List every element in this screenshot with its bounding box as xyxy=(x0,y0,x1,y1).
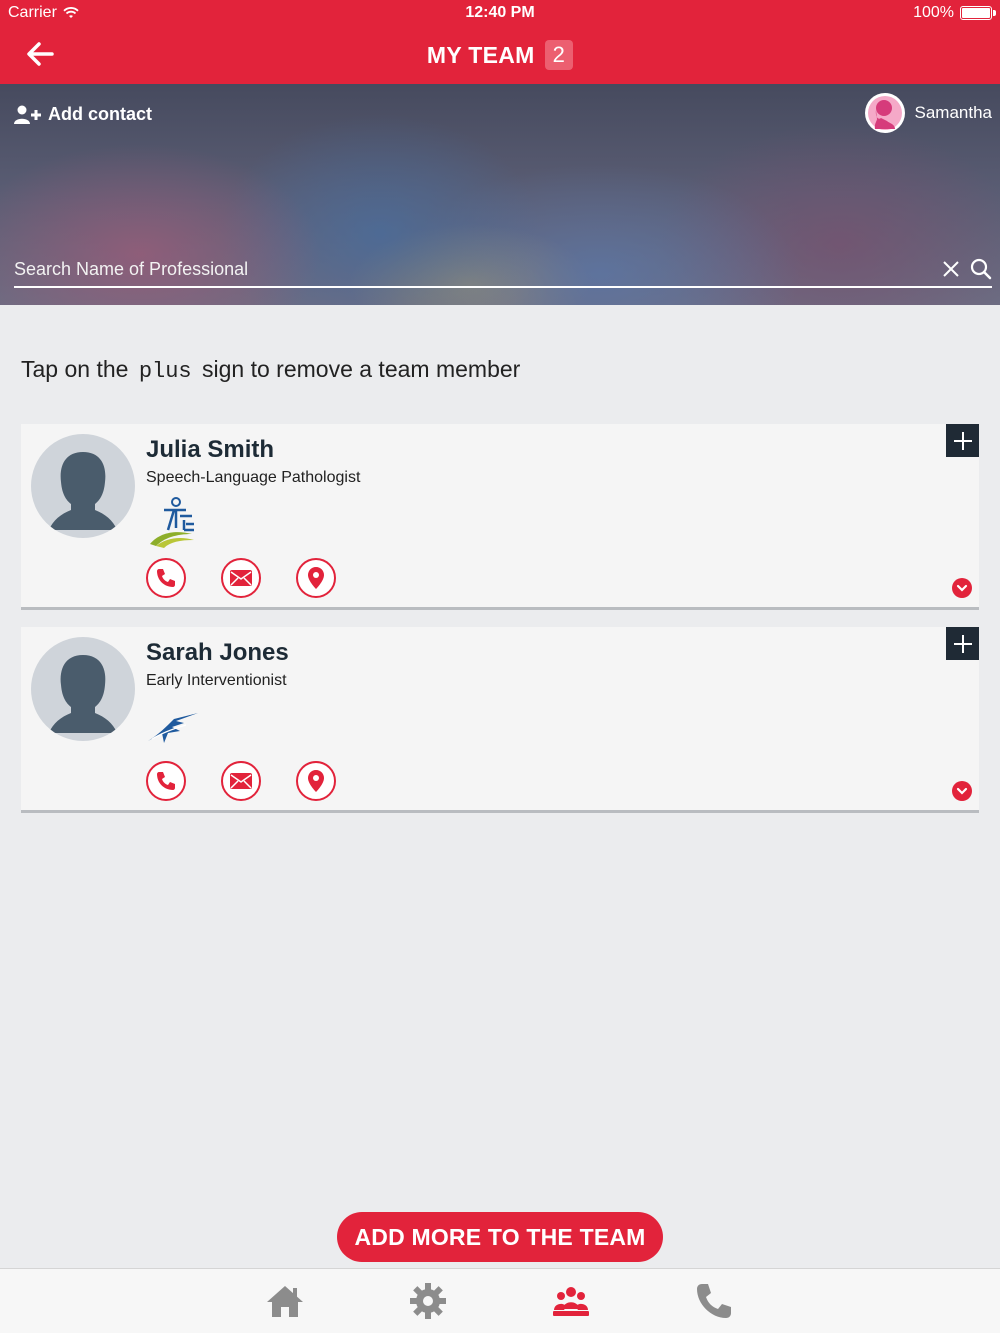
child-avatar-icon xyxy=(867,96,902,130)
add-more-button[interactable]: ADD MORE TO THE TEAM xyxy=(337,1212,663,1262)
close-icon xyxy=(943,261,959,277)
envelope-icon xyxy=(230,773,252,789)
team-count-badge: 2 xyxy=(544,40,574,70)
speech-association-logo xyxy=(146,496,202,548)
chevron-down-icon xyxy=(956,584,968,592)
call-button[interactable] xyxy=(146,558,186,598)
search-button[interactable] xyxy=(970,258,992,280)
settings-gear-icon xyxy=(410,1283,446,1319)
remove-member-button[interactable] xyxy=(946,424,979,457)
page-title-text: MY TEAM xyxy=(426,41,535,68)
envelope-icon xyxy=(230,570,252,586)
battery-percent: 100% xyxy=(913,4,954,21)
top-bar: Carrier 12:40 PM 100% MY TEAM 2 xyxy=(0,0,1000,84)
tab-home[interactable] xyxy=(265,1281,305,1321)
status-bar: Carrier 12:40 PM 100% xyxy=(0,0,1000,26)
email-button[interactable] xyxy=(221,761,261,801)
team-member-card[interactable]: Sarah Jones Early Interventionist xyxy=(21,627,979,813)
chevron-down-icon xyxy=(956,787,968,795)
add-contact-label: Add contact xyxy=(48,104,153,124)
user-profile[interactable]: Samantha xyxy=(864,93,993,133)
status-time: 12:40 PM xyxy=(465,4,535,21)
call-button[interactable] xyxy=(146,761,186,801)
team-member-card[interactable]: Julia Smith Speech-Language Pathologist xyxy=(21,424,979,610)
expand-button[interactable] xyxy=(952,781,972,801)
tab-team[interactable] xyxy=(551,1281,591,1321)
search-actions xyxy=(942,258,992,280)
add-person-icon xyxy=(14,105,41,124)
expand-button[interactable] xyxy=(952,578,972,598)
member-avatar xyxy=(31,434,135,538)
home-icon xyxy=(267,1286,303,1317)
tab-settings[interactable] xyxy=(408,1281,448,1321)
clear-button[interactable] xyxy=(942,260,960,278)
member-role: Speech-Language Pathologist xyxy=(146,469,361,486)
phone-icon xyxy=(157,569,175,587)
remove-member-button[interactable] xyxy=(946,627,979,660)
plus-icon xyxy=(953,634,972,653)
map-pin-icon xyxy=(308,770,324,792)
add-contact-button[interactable]: Add contact xyxy=(14,104,152,125)
page-title: MY TEAM 2 xyxy=(0,40,1000,70)
hint-keyword: plus xyxy=(138,359,192,384)
battery-icon xyxy=(960,6,996,20)
map-pin-icon xyxy=(308,567,324,589)
phone-icon xyxy=(697,1284,731,1318)
person-silhouette-icon xyxy=(49,452,117,530)
user-avatar xyxy=(864,93,905,133)
location-button[interactable] xyxy=(296,761,336,801)
hint-prefix: Tap on the xyxy=(21,356,129,382)
member-actions xyxy=(146,558,336,598)
user-name: Samantha xyxy=(914,103,993,122)
search-bar xyxy=(14,252,992,288)
location-button[interactable] xyxy=(296,558,336,598)
member-name: Julia Smith xyxy=(146,436,275,463)
team-icon xyxy=(553,1287,589,1316)
tab-call[interactable] xyxy=(694,1281,734,1321)
tab-bar xyxy=(0,1268,1000,1333)
member-role: Early Interventionist xyxy=(146,672,287,689)
email-button[interactable] xyxy=(221,558,261,598)
hint-suffix: sign to remove a team member xyxy=(202,356,521,382)
instruction-text: Tap on the plus sign to remove a team me… xyxy=(21,356,520,384)
member-avatar xyxy=(31,637,135,741)
battery-info: 100% xyxy=(913,4,996,22)
early-intervention-logo xyxy=(146,699,202,751)
plus-icon xyxy=(953,431,972,450)
phone-icon xyxy=(157,772,175,790)
person-silhouette-icon xyxy=(49,655,117,733)
hero-banner: Add contact Samantha xyxy=(0,84,1000,305)
search-input[interactable] xyxy=(14,258,942,280)
member-actions xyxy=(146,761,336,801)
member-name: Sarah Jones xyxy=(146,639,289,666)
search-icon xyxy=(970,258,992,280)
